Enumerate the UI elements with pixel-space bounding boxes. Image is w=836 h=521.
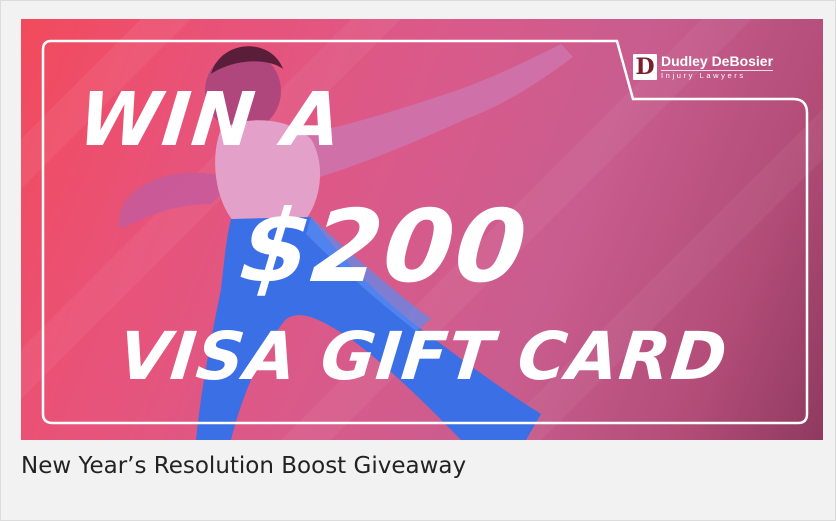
giveaway-card[interactable]: D Dudley DeBosier Injury Lawyers WIN A $… bbox=[0, 0, 836, 521]
giveaway-banner-image[interactable]: D Dudley DeBosier Injury Lawyers WIN A $… bbox=[21, 19, 823, 440]
logo-mark: D bbox=[633, 54, 657, 80]
logo-tagline: Injury Lawyers bbox=[661, 69, 774, 81]
headline-visa-gift-card: VISA GIFT CARD bbox=[115, 318, 732, 395]
headline-amount: $200 bbox=[234, 188, 534, 305]
giveaway-title-link[interactable]: New Year’s Resolution Boost Giveaway bbox=[21, 453, 466, 479]
dudley-debosier-logo: D Dudley DeBosier Injury Lawyers bbox=[633, 52, 774, 82]
headline-win-a: WIN A bbox=[74, 77, 348, 163]
logo-name: Dudley DeBosier bbox=[661, 52, 774, 69]
